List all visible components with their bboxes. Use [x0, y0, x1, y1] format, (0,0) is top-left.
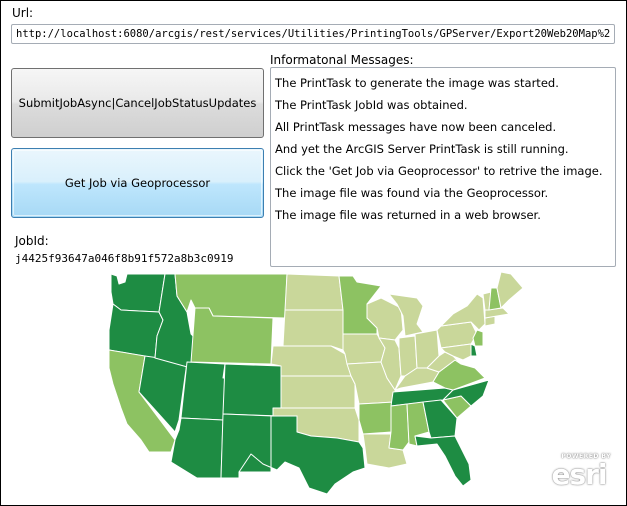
message-item[interactable]: The PrintTask JobId was obtained.	[275, 94, 611, 116]
state-or[interactable]	[108, 303, 164, 359]
submit-job-async-button[interactable]: SubmitJobAsync|CancelJobStatusUpdates	[11, 68, 264, 138]
state-ia[interactable]	[342, 333, 386, 365]
message-item[interactable]: The image file was returned in a web bro…	[275, 204, 611, 226]
esri-wordmark: esri	[551, 458, 607, 491]
state-mt[interactable]	[174, 273, 288, 319]
message-item[interactable]: Click the 'Get Job via Geoprocessor' to …	[275, 160, 611, 182]
state-sd[interactable]	[282, 309, 344, 351]
url-label: Url:	[12, 6, 34, 20]
messages-label: Informatonal Messages:	[270, 53, 414, 67]
state-ne[interactable]	[270, 345, 352, 377]
messages-listbox[interactable]: The PrintTask to generate the image was …	[270, 67, 616, 267]
state-me[interactable]	[496, 272, 524, 309]
jobid-value: j4425f93647a046f8b91f572a8b3c0919	[15, 252, 234, 265]
url-input[interactable]	[11, 24, 615, 44]
get-job-via-geoprocessor-button[interactable]: Get Job via Geoprocessor	[11, 148, 264, 218]
state-ut[interactable]	[180, 361, 230, 421]
state-fl[interactable]	[414, 435, 472, 487]
message-item[interactable]: All PrintTask messages have now been can…	[275, 116, 611, 138]
state-ms[interactable]	[388, 403, 410, 451]
state-co[interactable]	[222, 363, 282, 417]
state-nd[interactable]	[284, 273, 344, 311]
message-item[interactable]: The image file was found via the Geoproc…	[275, 182, 611, 204]
esri-logo: POWERED BY esri	[547, 453, 611, 493]
get-job-button-label: Get Job via Geoprocessor	[64, 176, 211, 190]
message-item[interactable]: The PrintTask to generate the image was …	[275, 72, 611, 94]
state-wa[interactable]	[110, 273, 166, 313]
message-item[interactable]: And yet the ArcGIS Server PrintTask is s…	[275, 138, 611, 160]
us-states-map[interactable]	[105, 272, 525, 494]
submit-job-async-button-label: SubmitJobAsync|CancelJobStatusUpdates	[18, 96, 257, 110]
app-window: Url: SubmitJobAsync|CancelJobStatusUpdat…	[0, 0, 627, 506]
state-ks[interactable]	[280, 375, 356, 409]
jobid-label: JobId:	[15, 234, 49, 248]
state-az[interactable]	[170, 417, 224, 479]
state-ar[interactable]	[358, 401, 396, 435]
